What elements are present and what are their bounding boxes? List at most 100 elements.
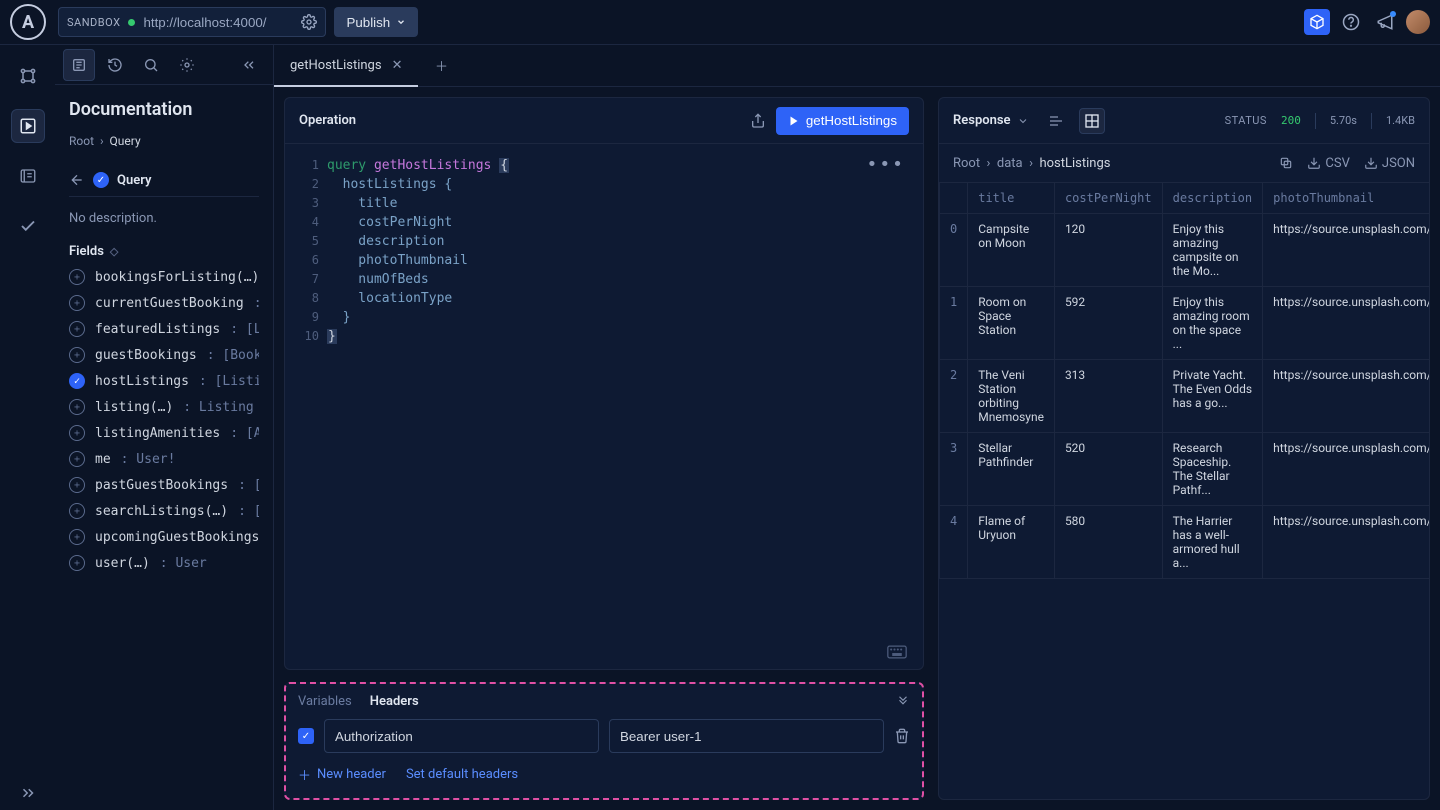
plus-circle-icon[interactable]: + xyxy=(69,503,85,519)
field-row[interactable]: +currentGuestBooking: B… xyxy=(69,295,259,311)
docs-history-icon[interactable] xyxy=(99,49,131,81)
plus-circle-icon[interactable]: + xyxy=(69,477,85,493)
field-row[interactable]: +bookingsForListing(…): xyxy=(69,269,259,285)
docs-breadcrumb[interactable]: Root › Query xyxy=(69,134,259,148)
set-default-headers-button[interactable]: Set default headers xyxy=(406,767,518,782)
url-bar[interactable]: SANDBOX xyxy=(58,7,326,37)
table-row[interactable]: 2The Veni Station orbiting Mnemosyne313P… xyxy=(940,360,1430,433)
status-label: STATUS xyxy=(1225,114,1267,127)
copy-icon[interactable] xyxy=(1279,156,1293,171)
breadcrumb-root[interactable]: Root xyxy=(69,134,94,148)
plus-circle-icon[interactable]: + xyxy=(69,529,85,545)
table-row[interactable]: 0Campsite on Moon120Enjoy this amazing c… xyxy=(940,214,1430,287)
field-row[interactable]: ✓hostListings: [Listing… xyxy=(69,373,259,389)
tab-headers[interactable]: Headers xyxy=(370,694,419,709)
field-type: : [Bookin… xyxy=(207,348,259,363)
trash-icon[interactable] xyxy=(894,728,910,744)
avatar[interactable] xyxy=(1406,10,1430,34)
field-row[interactable]: +upcomingGuestBookings: xyxy=(69,529,259,545)
table-row[interactable]: 3Stellar Pathfinder520Research Spaceship… xyxy=(940,433,1430,506)
editor-tabs: getHostListings ✕ ＋ xyxy=(274,45,1440,87)
header-enabled-checkbox[interactable]: ✓ xyxy=(298,728,314,744)
add-tab-button[interactable]: ＋ xyxy=(418,45,464,87)
field-row[interactable]: +user(…): User xyxy=(69,555,259,571)
topbar: A SANDBOX Publish xyxy=(0,0,1440,45)
url-input[interactable] xyxy=(143,15,293,30)
operation-panel: Operation getHostListings ••• 1234567891… xyxy=(284,97,924,670)
operation-editor[interactable]: ••• 12345678910 query getHostListings { … xyxy=(285,144,923,669)
docs-settings-icon[interactable] xyxy=(171,49,203,81)
plus-circle-icon[interactable]: + xyxy=(69,451,85,467)
chevron-down-icon[interactable] xyxy=(1017,115,1029,127)
field-row[interactable]: + guestBookings : [Bookin… xyxy=(69,347,259,363)
run-operation-button[interactable]: getHostListings xyxy=(776,107,909,135)
tab-variables[interactable]: Variables xyxy=(298,694,352,709)
field-name: searchListings(…) xyxy=(95,504,228,519)
column-header[interactable]: costPerNight xyxy=(1054,183,1162,214)
new-header-button[interactable]: ＋ New header xyxy=(298,765,386,784)
back-arrow-icon[interactable] xyxy=(69,172,85,188)
plus-circle-icon[interactable]: + xyxy=(69,555,85,571)
field-row[interactable]: +listing(…): Listing xyxy=(69,399,259,415)
response-path[interactable]: Root › data › hostListings xyxy=(953,156,1110,171)
more-icon[interactable]: ••• xyxy=(866,154,905,175)
tab-gethostlistings[interactable]: getHostListings ✕ xyxy=(274,45,418,87)
docs-reference-icon[interactable] xyxy=(63,49,95,81)
field-type: : [Bo… xyxy=(238,478,259,493)
field-name: guestBookings xyxy=(95,348,197,363)
plus-circle-icon[interactable]: + xyxy=(69,269,85,285)
collapse-icon[interactable] xyxy=(896,695,910,709)
column-header[interactable]: photoThumbnail xyxy=(1263,183,1429,214)
keyboard-icon[interactable] xyxy=(887,645,907,659)
column-header[interactable]: description xyxy=(1162,183,1262,214)
field-name: pastGuestBookings xyxy=(95,478,228,493)
field-name: upcomingGuestBookings xyxy=(95,530,259,545)
header-key-input[interactable] xyxy=(324,719,599,753)
plus-icon: ＋ xyxy=(298,765,311,784)
tab-label: getHostListings xyxy=(290,58,382,73)
rail-docs-icon[interactable] xyxy=(11,159,45,193)
app-logo: A xyxy=(10,4,46,40)
share-icon[interactable] xyxy=(750,113,766,129)
sort-icon[interactable]: ◇ xyxy=(110,245,118,258)
field-row[interactable]: +featuredListings: [Lis… xyxy=(69,321,259,337)
docs-search-icon[interactable] xyxy=(135,49,167,81)
plus-circle-icon[interactable]: + xyxy=(69,295,85,311)
rail-schema-icon[interactable] xyxy=(11,59,45,93)
announce-icon[interactable] xyxy=(1372,9,1398,35)
plus-circle-icon[interactable]: + xyxy=(69,321,85,337)
rail-explorer-icon[interactable] xyxy=(11,109,45,143)
status-code: 200 xyxy=(1281,114,1301,127)
publish-button[interactable]: Publish xyxy=(334,7,418,37)
table-row[interactable]: 1Room on Space Station592Enjoy this amaz… xyxy=(940,287,1430,360)
cube-icon[interactable] xyxy=(1304,9,1330,35)
check-circle-icon[interactable]: ✓ xyxy=(69,373,85,389)
docs-collapse-icon[interactable] xyxy=(233,49,265,81)
play-icon xyxy=(788,115,800,127)
table-row[interactable]: 4Flame of Uryuon580The Harrier has a wel… xyxy=(940,506,1430,579)
export-csv-button[interactable]: CSV xyxy=(1307,156,1349,171)
rail-checks-icon[interactable] xyxy=(11,209,45,243)
header-row: ✓ xyxy=(298,719,910,753)
plus-circle-icon[interactable]: + xyxy=(69,347,85,363)
response-table[interactable]: titlecostPerNightdescriptionphotoThumbna… xyxy=(939,182,1429,799)
field-row[interactable]: +me: User! xyxy=(69,451,259,467)
docs-toolbar xyxy=(55,45,273,85)
view-table-icon[interactable] xyxy=(1079,108,1105,134)
field-name: currentGuestBooking xyxy=(95,296,244,311)
close-icon[interactable]: ✕ xyxy=(392,58,403,73)
field-name: featuredListings xyxy=(95,322,220,337)
field-row[interactable]: +listingAmenities: [Ame… xyxy=(69,425,259,441)
gear-icon[interactable] xyxy=(301,14,317,30)
view-tree-icon[interactable] xyxy=(1043,108,1069,134)
column-header[interactable]: title xyxy=(968,183,1055,214)
plus-circle-icon[interactable]: + xyxy=(69,399,85,415)
help-icon[interactable] xyxy=(1338,9,1364,35)
docs-title: Documentation xyxy=(69,99,259,120)
export-json-button[interactable]: JSON xyxy=(1364,156,1415,171)
field-row[interactable]: +searchListings(…): [Li… xyxy=(69,503,259,519)
header-value-input[interactable] xyxy=(609,719,884,753)
rail-expand-icon[interactable] xyxy=(11,776,45,810)
field-row[interactable]: + pastGuestBookings : [Bo… xyxy=(69,477,259,493)
plus-circle-icon[interactable]: + xyxy=(69,425,85,441)
